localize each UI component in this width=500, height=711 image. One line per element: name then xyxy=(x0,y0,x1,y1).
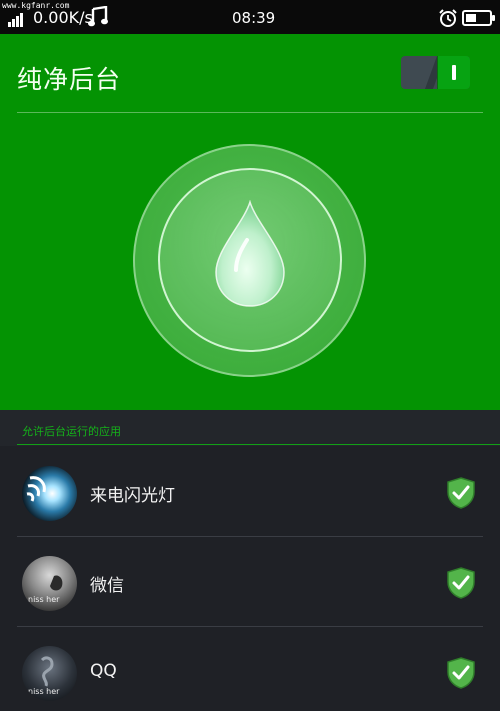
alarm-clock-icon xyxy=(439,9,457,27)
list-item[interactable]: 来电闪光灯 xyxy=(0,447,500,537)
list-item[interactable]: niss her 微信 xyxy=(0,537,500,627)
music-note-icon xyxy=(88,6,108,27)
app-name: 微信 xyxy=(90,576,124,596)
background-clean-toggle[interactable] xyxy=(401,56,470,89)
battery-icon xyxy=(462,10,495,26)
network-speed: 0.00K/s xyxy=(33,8,93,27)
status-bar: www.kgfanr.com 0.00K/s 08:39 xyxy=(0,0,500,34)
shield-check-icon[interactable] xyxy=(446,567,476,599)
section-header: 允许后台运行的应用 xyxy=(0,410,500,446)
avatar-caption: niss her xyxy=(28,595,60,604)
water-drop-icon xyxy=(215,200,285,307)
clock-time: 08:39 xyxy=(232,9,276,27)
section-label: 允许后台运行的应用 xyxy=(22,425,121,438)
shield-check-icon[interactable] xyxy=(446,477,476,509)
header-divider xyxy=(17,112,483,113)
shield-check-icon[interactable] xyxy=(446,657,476,689)
hero-panel: 纯净后台 xyxy=(0,34,500,410)
page-title: 纯净后台 xyxy=(17,65,122,94)
app-name: QQ xyxy=(90,661,117,681)
list-item[interactable]: niss her QQ xyxy=(0,627,500,711)
app-name: 来电闪光灯 xyxy=(90,486,175,506)
app-icon-flashlight xyxy=(22,466,77,521)
app-icon-qq: niss her xyxy=(22,646,77,701)
app-icon-wechat: niss her xyxy=(22,556,77,611)
avatar-caption: niss her xyxy=(28,687,60,696)
toggle-on-knob xyxy=(437,56,470,89)
signal-icon xyxy=(8,11,26,27)
